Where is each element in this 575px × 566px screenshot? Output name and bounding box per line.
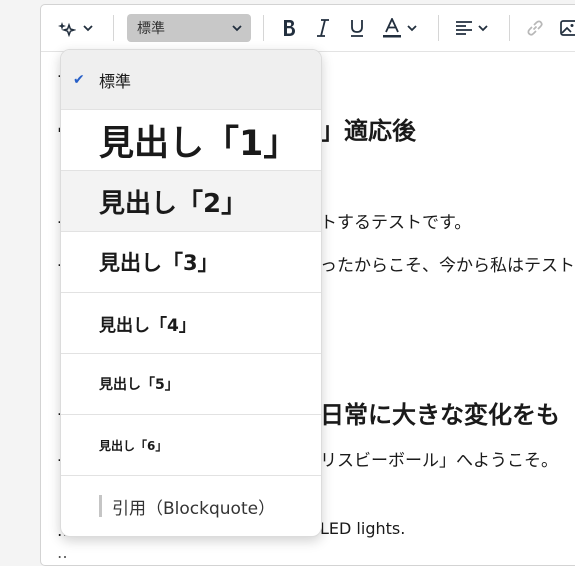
align-left-icon	[456, 21, 472, 35]
menu-item-label: 引用（Blockquote）	[112, 498, 276, 519]
checkmark-icon: ✔	[73, 71, 85, 88]
menu-item-label: 見出し「6」	[99, 438, 168, 453]
ai-sparkle-icon	[58, 22, 76, 37]
menu-item-heading-2[interactable]: 見出し「2」	[61, 171, 321, 232]
image-icon	[560, 20, 575, 36]
link-icon	[527, 20, 543, 36]
menu-item-label: 見出し「3」	[99, 251, 219, 275]
toolbar-divider	[113, 15, 114, 41]
editor-toolbar: 標準	[41, 5, 575, 52]
italic-button[interactable]	[311, 16, 335, 40]
toolbar-divider	[438, 15, 439, 41]
content-paragraph-3: リスビーボール」へようこそ。	[320, 451, 558, 471]
menu-item-label: 見出し「1」	[99, 123, 299, 164]
menu-item-heading-4[interactable]: 見出し「4」	[61, 293, 321, 354]
italic-icon	[317, 19, 329, 37]
chevron-down-icon	[83, 25, 93, 32]
menu-item-paragraph[interactable]: ✔ 標準	[61, 50, 321, 110]
link-button[interactable]	[523, 16, 547, 40]
ai-assist-button[interactable]	[55, 16, 97, 40]
content-text: ‥	[57, 543, 68, 562]
blockquote-bar	[99, 495, 102, 517]
underline-button[interactable]	[345, 16, 369, 40]
toolbar-divider	[509, 15, 510, 41]
block-style-menu: ✔ 標準 見出し「1」 見出し「2」 見出し「3」 見出し「4」 見出し「5」 …	[60, 49, 322, 537]
menu-item-heading-1[interactable]: 見出し「1」	[61, 110, 321, 171]
bold-icon	[284, 20, 295, 36]
chevron-down-icon	[478, 25, 488, 32]
menu-item-label: 見出し「4」	[99, 315, 196, 336]
menu-item-blockquote[interactable]: 引用（Blockquote）	[61, 476, 321, 536]
image-button[interactable]	[557, 16, 575, 40]
chevron-down-icon	[407, 25, 417, 32]
chevron-down-icon	[232, 25, 242, 32]
content-paragraph-1: トするテストです。	[320, 213, 472, 233]
menu-item-label: 見出し「5」	[99, 377, 179, 393]
menu-item-heading-6[interactable]: 見出し「6」	[61, 415, 321, 476]
text-color-button[interactable]	[379, 16, 421, 40]
content-heading-2: 日常に大きな変化をも	[320, 401, 560, 429]
content-paragraph-2: ったからこそ、今から私はテスト	[320, 256, 575, 276]
bold-button[interactable]	[277, 16, 301, 40]
text-color-icon	[383, 18, 401, 38]
menu-item-heading-5[interactable]: 見出し「5」	[61, 354, 321, 415]
block-style-select[interactable]: 標準	[127, 14, 251, 42]
underline-icon	[351, 20, 363, 37]
content-paragraph-4: LED lights.	[320, 519, 406, 538]
content-heading-1: 」適応後	[320, 117, 416, 145]
align-button[interactable]	[451, 16, 493, 40]
menu-item-heading-3[interactable]: 見出し「3」	[61, 232, 321, 293]
menu-item-label: 標準	[99, 71, 132, 91]
toolbar-divider	[263, 15, 264, 41]
block-style-value: 標準	[137, 21, 165, 37]
menu-item-label: 見出し「2」	[99, 188, 248, 219]
